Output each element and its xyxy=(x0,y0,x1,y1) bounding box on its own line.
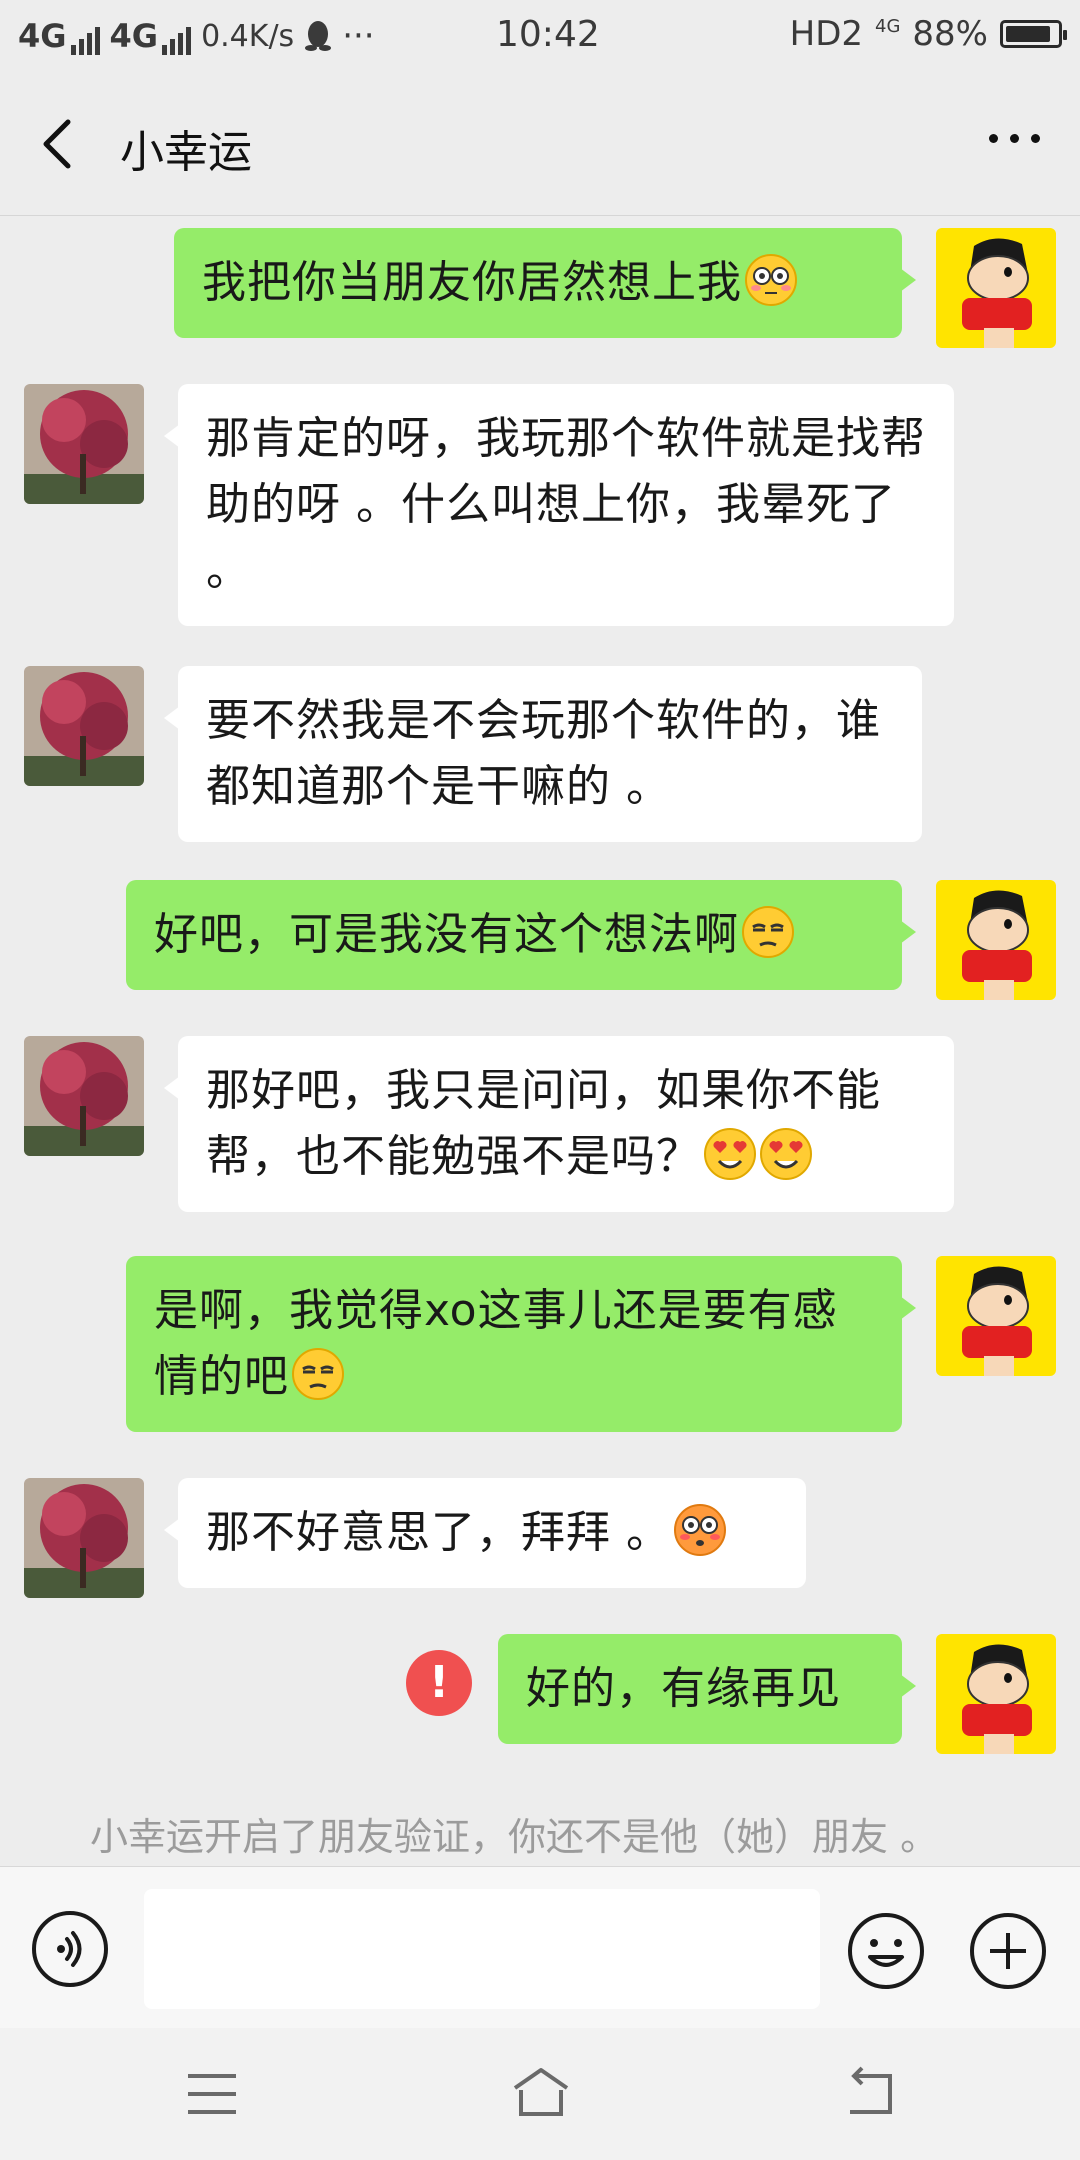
chevron-left-icon[interactable] xyxy=(38,118,78,170)
message-text: 是啊，我觉得xo这事儿还是要有感情的吧 xyxy=(154,1285,838,1402)
message-text: 好的，有缘再见 xyxy=(526,1663,841,1714)
home-icon[interactable] xyxy=(506,2064,576,2124)
menu-icon[interactable] xyxy=(182,2064,242,2124)
message-bubble[interactable]: 那肯定的呀，我玩那个软件就是找帮助的呀 。什么叫想上你，我晕死了 。 xyxy=(164,384,954,626)
message-bubble[interactable]: 要不然我是不会玩那个软件的，谁都知道那个是干嘛的 。 xyxy=(164,666,922,842)
message-text: 那肯定的呀，我玩那个软件就是找帮助的呀 。什么叫想上你，我晕死了 。 xyxy=(206,413,926,596)
my-avatar[interactable] xyxy=(936,880,1056,1000)
system-nav-bar xyxy=(0,2028,1080,2160)
message-text: 我把你当朋友你居然想上我 xyxy=(202,257,742,308)
message-bubble[interactable]: 好吧，可是我没有这个想法啊 xyxy=(126,880,916,990)
contact-avatar[interactable] xyxy=(24,1478,144,1598)
message-text: 好吧，可是我没有这个想法啊 xyxy=(154,909,739,960)
battery-icon xyxy=(1000,20,1067,48)
system-notice: 小幸运开启了朋友验证，你还不是他（她）朋友 。 xyxy=(90,1815,939,1859)
contact-avatar[interactable] xyxy=(24,1036,144,1156)
send-failed-icon[interactable]: ! xyxy=(406,1650,472,1716)
chat-header: 小幸运 xyxy=(0,72,1080,216)
signal-2: 4G xyxy=(110,17,192,55)
message-bubble[interactable]: 那不好意思了，拜拜 。 xyxy=(164,1478,806,1588)
network-speed: 0.4K/s xyxy=(201,18,295,54)
signal-bars-icon xyxy=(162,27,192,55)
back-arrow-icon[interactable] xyxy=(840,2064,900,2124)
hd-indicator: HD2 xyxy=(789,14,864,54)
message-bubble[interactable]: 是啊，我觉得xo这事儿还是要有感情的吧 xyxy=(126,1256,916,1432)
contact-avatar[interactable] xyxy=(24,384,144,504)
more-status-dots: ··· xyxy=(342,16,375,56)
message-text: 那不好意思了，拜拜 。 xyxy=(206,1507,671,1558)
flushed-face-icon xyxy=(745,254,797,306)
signal-bars-icon xyxy=(70,27,100,55)
my-avatar[interactable] xyxy=(936,1256,1056,1376)
status-bar: 4G 4G 0.4K/s ··· 10:42 HD2 4G 88% xyxy=(0,0,1080,72)
message-bubble[interactable]: 那好吧，我只是问问，如果你不能帮，也不能勉强不是吗？ xyxy=(164,1036,954,1212)
heart-eyes-face-icon xyxy=(760,1128,812,1180)
network-type-1: 4G xyxy=(18,17,67,55)
message-text: 要不然我是不会玩那个软件的，谁都知道那个是干嘛的 。 xyxy=(206,695,881,812)
more-icon[interactable] xyxy=(989,134,1040,143)
qq-penguin-icon xyxy=(305,21,332,51)
emoji-icon[interactable] xyxy=(846,1911,926,1991)
pleading-face-icon xyxy=(674,1504,726,1556)
contact-avatar[interactable] xyxy=(24,666,144,786)
clock: 10:42 xyxy=(496,14,600,55)
network-type-2: 4G xyxy=(109,17,159,55)
plus-icon[interactable] xyxy=(968,1911,1048,1991)
heart-eyes-face-icon xyxy=(704,1128,756,1180)
send-failed-mark: ! xyxy=(428,1657,450,1708)
message-bubble[interactable]: 好的，有缘再见 xyxy=(498,1634,916,1744)
signal-1: 4G xyxy=(18,17,100,55)
data-indicator: 4G xyxy=(875,16,901,37)
chat-title: 小幸运 xyxy=(120,127,252,178)
my-avatar[interactable] xyxy=(936,228,1056,348)
message-list[interactable]: 我把你当朋友你居然想上我 那肯定的呀，我玩那个软件就是找帮助的呀 。什么叫想上你… xyxy=(0,216,1080,1868)
unamused-face-icon xyxy=(292,1348,344,1400)
message-bubble[interactable]: 我把你当朋友你居然想上我 xyxy=(174,228,916,338)
input-bar xyxy=(0,1866,1080,2029)
voice-icon xyxy=(57,1931,82,1967)
unamused-face-icon xyxy=(742,906,794,958)
message-input[interactable] xyxy=(144,1889,820,2009)
voice-button[interactable] xyxy=(32,1911,108,1987)
my-avatar[interactable] xyxy=(936,1634,1056,1754)
battery-percent: 88% xyxy=(912,14,988,54)
